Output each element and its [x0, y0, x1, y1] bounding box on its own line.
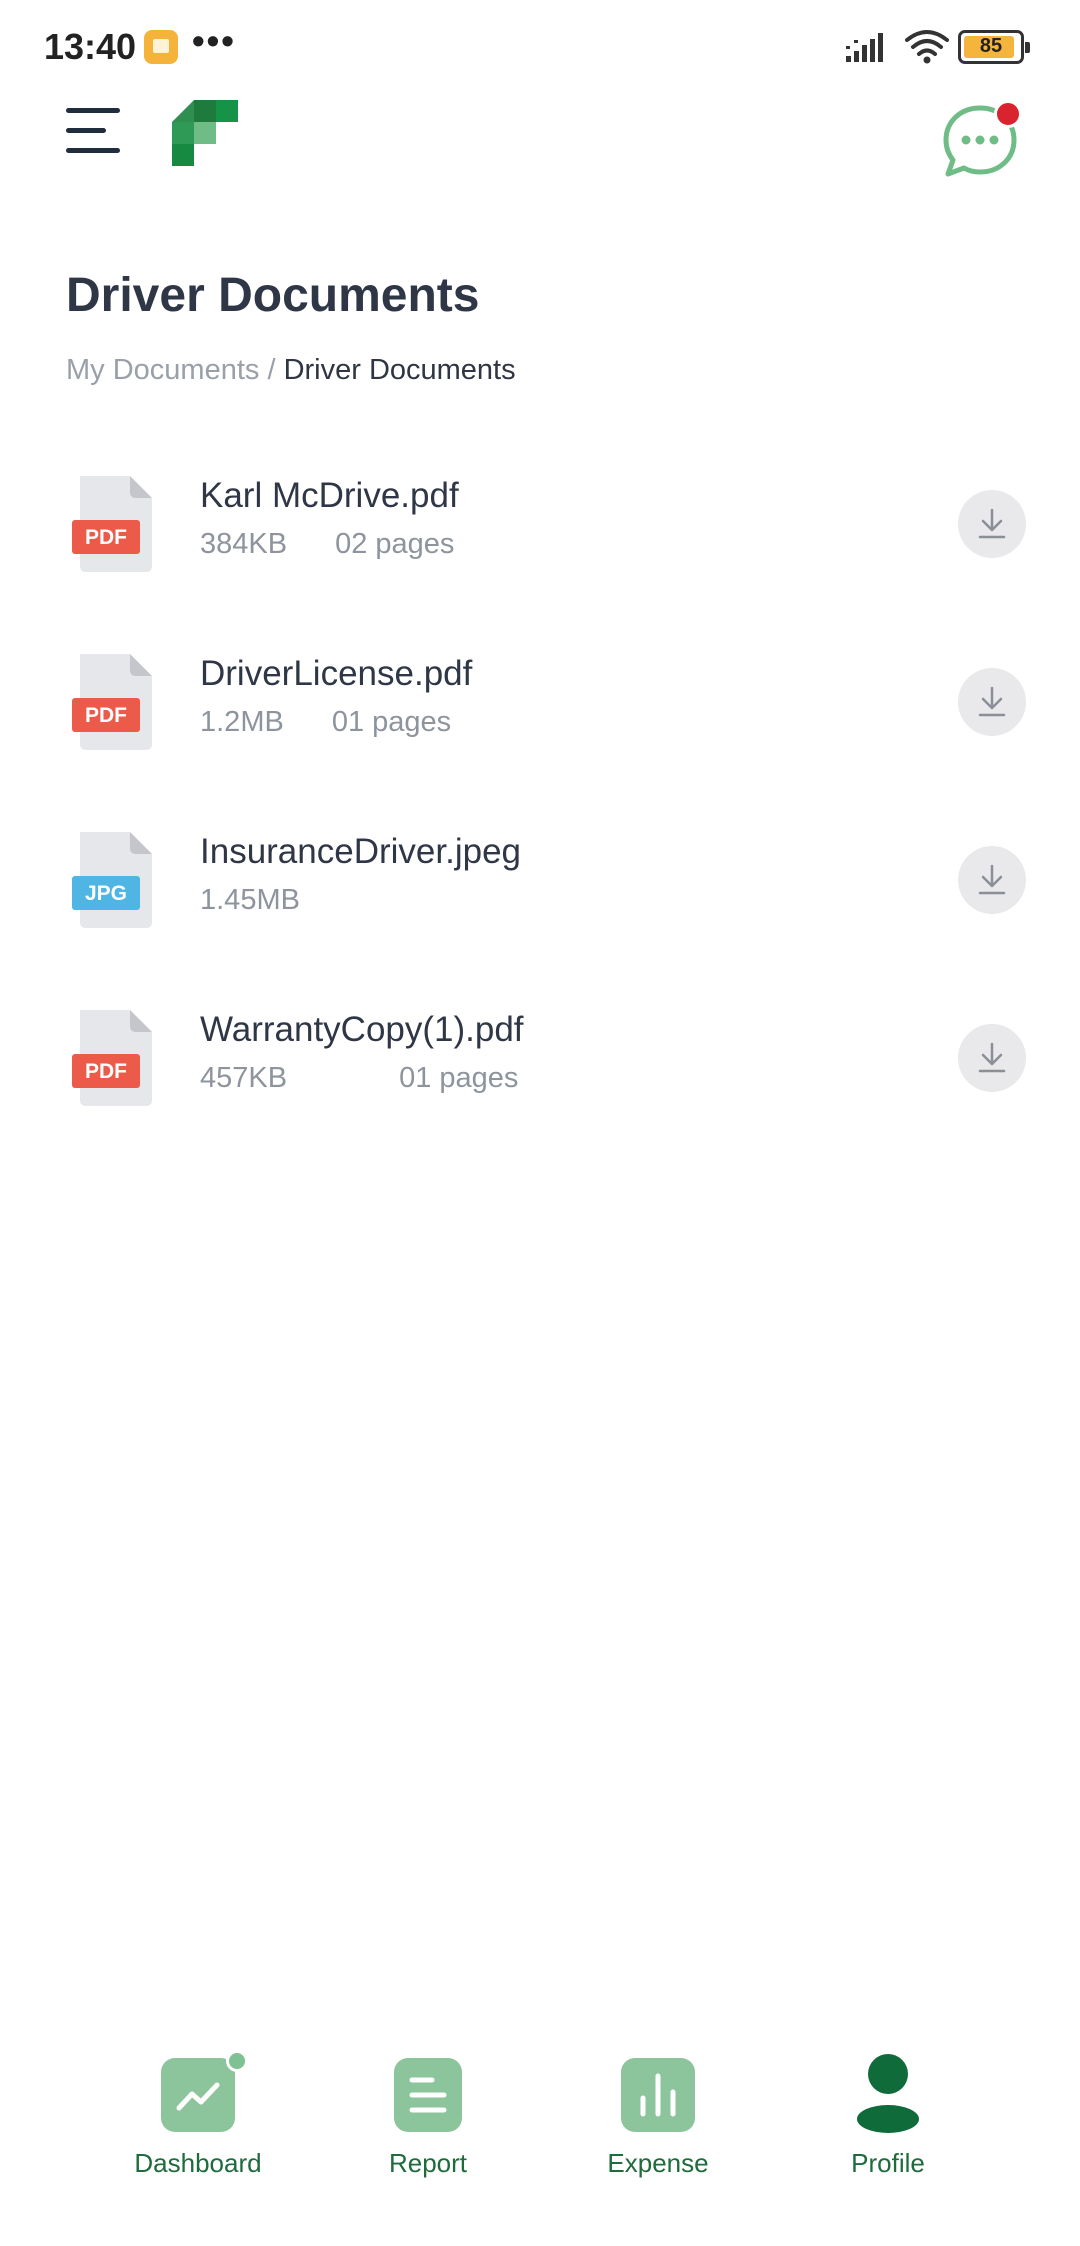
- file-row[interactable]: JPG InsuranceDriver.jpeg 1.45MB: [0, 816, 1080, 966]
- download-icon: [978, 686, 1006, 717]
- bar-chart-icon: [621, 2058, 695, 2132]
- pdf-file-icon: PDF: [72, 476, 152, 572]
- file-type-label: JPG: [85, 882, 127, 905]
- trend-chart-icon: [161, 2058, 235, 2132]
- download-button[interactable]: [958, 668, 1026, 736]
- download-icon: [978, 864, 1006, 895]
- jpg-file-icon: JPG: [72, 832, 152, 928]
- breadcrumb: My Documents / Driver Documents: [66, 354, 516, 387]
- notification-badge: [994, 100, 1022, 128]
- file-size: 1.45MB: [200, 884, 300, 916]
- file-name[interactable]: Karl McDrive.pdf: [200, 476, 459, 516]
- file-meta: 384KB 02 pages: [200, 528, 454, 561]
- file-type-label: PDF: [85, 704, 127, 727]
- report-lines-icon: [394, 2058, 462, 2132]
- download-button[interactable]: [958, 846, 1026, 914]
- breadcrumb-current: Driver Documents: [283, 354, 516, 386]
- breadcrumb-my-documents[interactable]: My Documents: [66, 354, 259, 386]
- file-type-label: PDF: [85, 526, 127, 549]
- logo-icon: [172, 100, 238, 166]
- download-button[interactable]: [958, 490, 1026, 558]
- status-more-icon: •••: [192, 20, 236, 61]
- file-meta: 457KB 01 pages: [200, 1062, 518, 1095]
- file-size: 457KB: [200, 1062, 288, 1094]
- file-name[interactable]: WarrantyCopy(1).pdf: [200, 1010, 524, 1050]
- file-meta: 1.2MB 01 pages: [200, 706, 451, 739]
- battery-level: 85: [979, 35, 1003, 57]
- person-icon: [857, 2054, 919, 2133]
- bottom-nav: Dashboard Report Expense Profile: [0, 2040, 1080, 2246]
- file-row[interactable]: PDF WarrantyCopy(1).pdf 457KB 01 pages: [0, 994, 1080, 1144]
- file-size: 384KB: [200, 528, 288, 560]
- file-type-label: PDF: [85, 1060, 127, 1083]
- dashboard-badge: [226, 2050, 248, 2072]
- breadcrumb-separator: /: [259, 354, 284, 386]
- pdf-file-icon: PDF: [72, 654, 152, 750]
- nav-expense[interactable]: Expense: [568, 2048, 748, 2188]
- file-row[interactable]: PDF Karl McDrive.pdf 384KB 02 pages: [0, 460, 1080, 610]
- signal-icon: [846, 33, 883, 62]
- file-size: 1.2MB: [200, 706, 284, 738]
- hamburger-icon[interactable]: [66, 104, 120, 158]
- chat-button[interactable]: [940, 100, 1022, 180]
- pdf-file-icon: PDF: [72, 1010, 152, 1106]
- nav-label: Expense: [607, 2148, 709, 2178]
- file-name[interactable]: DriverLicense.pdf: [200, 654, 472, 694]
- status-time: 13:40: [44, 26, 137, 67]
- nav-label: Profile: [851, 2148, 925, 2178]
- download-icon: [978, 508, 1006, 539]
- nav-dashboard[interactable]: Dashboard: [108, 2048, 288, 2188]
- nav-report[interactable]: Report: [338, 2048, 518, 2188]
- download-button[interactable]: [958, 1024, 1026, 1092]
- file-name[interactable]: InsuranceDriver.jpeg: [200, 832, 521, 872]
- file-pages: 01 pages: [399, 1062, 519, 1094]
- nav-label: Report: [388, 2148, 468, 2178]
- nav-profile[interactable]: Profile: [798, 2048, 978, 2188]
- page-title: Driver Documents: [66, 269, 480, 322]
- file-meta: 1.45MB: [200, 884, 300, 917]
- status-bar: 13:40 ••• 85: [0, 0, 1080, 90]
- wifi-icon: [905, 30, 949, 64]
- file-row[interactable]: PDF DriverLicense.pdf 1.2MB 01 pages: [0, 638, 1080, 788]
- battery-icon: 85: [958, 30, 1030, 64]
- download-icon: [978, 1042, 1006, 1073]
- gallery-notification-icon: [144, 30, 178, 64]
- nav-label: Dashboard: [134, 2148, 262, 2178]
- file-pages: 02 pages: [335, 528, 455, 560]
- file-pages: 01 pages: [331, 706, 452, 738]
